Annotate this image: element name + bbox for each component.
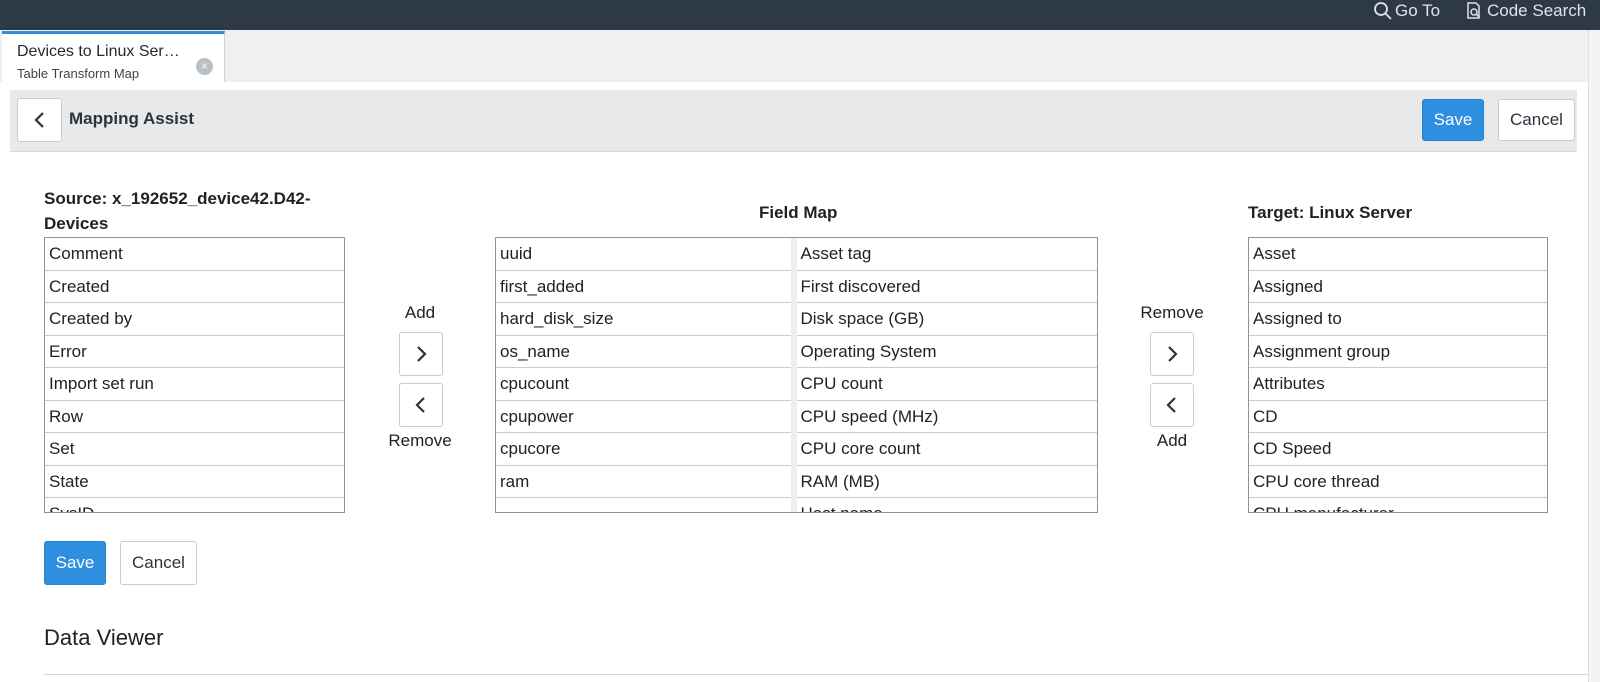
tab-subtitle: Table Transform Map: [17, 66, 140, 81]
field-map-source-item[interactable]: ram: [496, 466, 791, 498]
source-label: Source: x_192652_device42.D42-Devices: [44, 189, 311, 233]
data-viewer-title: Data Viewer: [44, 625, 164, 650]
code-search-label: Code Search: [1487, 1, 1587, 20]
cancel-button[interactable]: Cancel: [120, 541, 197, 585]
add-label: Add: [404, 303, 436, 322]
list-item[interactable]: CD Speed: [1249, 433, 1547, 466]
field-map-target-item[interactable]: Operating System: [796, 336, 1097, 368]
code-search-icon: [1467, 2, 1481, 19]
list-item[interactable]: Error: [45, 336, 344, 368]
header-cancel-button[interactable]: Cancel: [1498, 99, 1575, 141]
target-field-list[interactable]: Asset Assigned Assigned to Assignment gr…: [1248, 237, 1548, 513]
code-search-button[interactable]: Code Search: [1465, 0, 1586, 22]
add-target-button[interactable]: [1150, 383, 1194, 427]
background-page-edge: [1588, 30, 1600, 682]
field-map-source-column: uuid first_added hard_disk_size os_name …: [496, 238, 797, 512]
field-map-source-item[interactable]: os_name: [496, 336, 791, 368]
field-map-source-item[interactable]: [496, 498, 791, 512]
field-map-target-column: Asset tag First discovered Disk space (G…: [796, 238, 1098, 512]
list-item[interactable]: Row: [45, 401, 344, 433]
list-item[interactable]: State: [45, 466, 344, 498]
list-item[interactable]: Assignment group: [1249, 336, 1547, 368]
list-item[interactable]: CPU manufacturer: [1249, 498, 1547, 512]
list-item[interactable]: Attributes: [1249, 368, 1547, 401]
field-map-target-item[interactable]: RAM (MB): [796, 466, 1097, 498]
list-item[interactable]: Set: [45, 433, 344, 466]
list-item[interactable]: Import set run: [45, 368, 344, 401]
header-save-button[interactable]: Save: [1422, 99, 1484, 141]
list-item[interactable]: Asset: [1249, 238, 1547, 271]
save-button[interactable]: Save: [44, 541, 106, 585]
field-map-target-item[interactable]: Disk space (GB): [796, 303, 1097, 336]
add-mapping-button[interactable]: [399, 332, 443, 376]
chevron-left-icon: [415, 397, 425, 413]
add-label: Add: [1156, 431, 1188, 450]
list-item[interactable]: Created: [45, 271, 344, 303]
page-title: Mapping Assist: [69, 109, 194, 128]
target-label: Target: Linux Server: [1248, 203, 1413, 222]
field-map-target-item[interactable]: CPU speed (MHz): [796, 401, 1097, 433]
list-item[interactable]: CD: [1249, 401, 1547, 433]
field-map-target-item[interactable]: CPU count: [796, 368, 1097, 401]
list-item[interactable]: SysID: [45, 498, 344, 512]
remove-label: Remove: [1140, 303, 1204, 322]
goto-label: Go To: [1395, 1, 1441, 20]
list-item[interactable]: Assigned: [1249, 271, 1547, 303]
back-button[interactable]: [17, 98, 62, 142]
header-bar: [10, 90, 1577, 152]
remove-target-button[interactable]: [1150, 332, 1194, 376]
field-map-target-item[interactable]: CPU core count: [796, 433, 1097, 466]
list-item[interactable]: Comment: [45, 238, 344, 271]
chevron-right-icon: [1168, 346, 1178, 362]
chevron-right-icon: [417, 346, 427, 362]
tab-title: Devices to Linux Ser…: [17, 43, 180, 60]
source-field-list[interactable]: Comment Created Created by Error Import …: [44, 237, 345, 513]
list-item[interactable]: CPU core thread: [1249, 466, 1547, 498]
tab-devices-to-linux-server[interactable]: Devices to Linux Ser… Table Transform Ma…: [2, 31, 225, 83]
chevron-left-icon: [33, 112, 44, 128]
field-map-source-item[interactable]: first_added: [496, 271, 791, 303]
field-map-source-item[interactable]: cpucount: [496, 368, 791, 401]
field-map-target-item[interactable]: First discovered: [796, 271, 1097, 303]
field-map-table[interactable]: uuid first_added hard_disk_size os_name …: [495, 237, 1098, 513]
field-map-target-item[interactable]: Asset tag: [796, 238, 1097, 271]
top-navigation-bar: Go To Code Search: [0, 0, 1600, 30]
list-item[interactable]: Assigned to: [1249, 303, 1547, 336]
divider: [44, 674, 1588, 675]
list-item[interactable]: Created by: [45, 303, 344, 336]
chevron-left-icon: [1166, 397, 1176, 413]
field-map-source-item[interactable]: uuid: [496, 238, 791, 271]
field-map-label: Field Map: [759, 203, 838, 222]
search-icon: [1374, 2, 1392, 20]
field-map-target-item[interactable]: Host name: [797, 498, 1098, 512]
field-map-source-item[interactable]: cpucore: [496, 433, 791, 466]
goto-button[interactable]: Go To: [1373, 0, 1440, 22]
close-tab-icon[interactable]: ×: [196, 58, 213, 75]
remove-label: Remove: [388, 431, 452, 450]
field-map-source-item[interactable]: cpupower: [496, 401, 791, 433]
remove-mapping-button[interactable]: [399, 383, 443, 427]
tab-strip: Devices to Linux Ser… Table Transform Ma…: [0, 30, 1588, 83]
field-map-source-item[interactable]: hard_disk_size: [496, 303, 791, 336]
